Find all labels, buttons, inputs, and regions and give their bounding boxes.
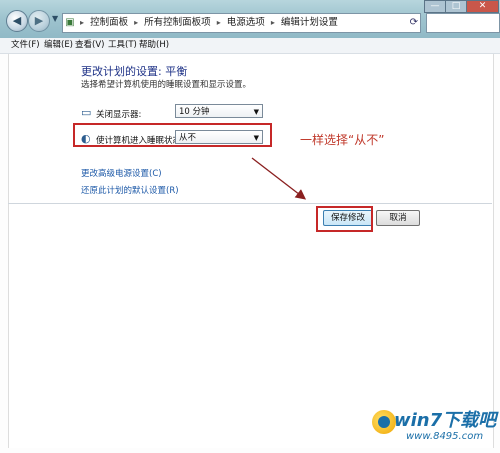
forward-arrow-icon[interactable]: ▶	[28, 10, 50, 32]
breadcrumb-control-panel[interactable]: 控制面板	[90, 17, 128, 28]
watermark-text: win7下载吧	[394, 410, 497, 431]
display-off-label: 关闭显示器:	[96, 110, 142, 120]
advanced-power-settings-link[interactable]: 更改高级电源设置(C)	[81, 167, 162, 179]
minimize-icon[interactable]: —	[424, 0, 446, 13]
menu-file[interactable]: 文件(F)	[11, 38, 40, 53]
watermark-emblem-icon	[372, 410, 396, 434]
menu-edit[interactable]: 编辑(E)	[44, 38, 73, 53]
page-title: 更改计划的设置: 平衡	[81, 65, 188, 78]
menu-bar: 文件(F) 编辑(E) 查看(V) 工具(T) 帮助(H)	[0, 38, 500, 54]
back-arrow-icon[interactable]: ◀	[6, 10, 28, 32]
breadcrumb-all-items[interactable]: 所有控制面板项	[144, 17, 211, 28]
watermark-logo: win7下载吧 www.8495.com	[372, 406, 496, 450]
chevron-right-icon: ▸	[80, 18, 85, 27]
search-input[interactable]	[426, 13, 500, 33]
save-highlight-box	[316, 206, 373, 232]
control-panel-icon: ▣	[65, 17, 75, 28]
history-dropdown-icon[interactable]: ▼	[52, 14, 58, 23]
window-titlebar: ◀ ▶ ▼ ▣ ▸ 控制面板 ▸ 所有控制面板项 ▸ 电源选项 ▸ 编辑计划设置…	[0, 0, 500, 39]
monitor-icon: ▭	[81, 106, 92, 119]
breadcrumb-edit-plan[interactable]: 编辑计划设置	[281, 17, 338, 28]
chevron-right-icon: ▸	[134, 18, 139, 27]
close-icon[interactable]: ✕	[466, 0, 499, 13]
chevron-right-icon: ▸	[270, 18, 275, 27]
display-off-value: 10 分钟	[179, 107, 210, 117]
watermark-url: www.8495.com	[406, 431, 484, 442]
divider	[8, 203, 492, 204]
menu-help[interactable]: 帮助(H)	[139, 38, 169, 53]
breadcrumb-power-options[interactable]: 电源选项	[227, 17, 265, 28]
maximize-icon[interactable]: □	[445, 0, 467, 13]
page-subtitle: 选择希望计算机使用的睡眠设置和显示设置。	[81, 80, 252, 90]
restore-defaults-link[interactable]: 还原此计划的默认设置(R)	[81, 184, 179, 196]
menu-tools[interactable]: 工具(T)	[108, 38, 137, 53]
window-controls: — □ ✕	[424, 0, 499, 13]
sleep-highlight-box	[73, 123, 272, 147]
refresh-icon[interactable]: ⟳	[410, 14, 418, 32]
display-off-select[interactable]: 10 分钟 ▼	[175, 104, 263, 118]
menu-view[interactable]: 查看(V)	[75, 38, 104, 53]
screenshot-frame: ◀ ▶ ▼ ▣ ▸ 控制面板 ▸ 所有控制面板项 ▸ 电源选项 ▸ 编辑计划设置…	[0, 0, 500, 453]
cancel-button[interactable]: 取消	[376, 210, 420, 226]
address-bar[interactable]: ▣ ▸ 控制面板 ▸ 所有控制面板项 ▸ 电源选项 ▸ 编辑计划设置 ⟳	[62, 13, 421, 33]
annotation-text: 一样选择“从不”	[300, 133, 385, 147]
chevron-right-icon: ▸	[216, 18, 221, 27]
chevron-down-icon: ▼	[253, 108, 259, 116]
